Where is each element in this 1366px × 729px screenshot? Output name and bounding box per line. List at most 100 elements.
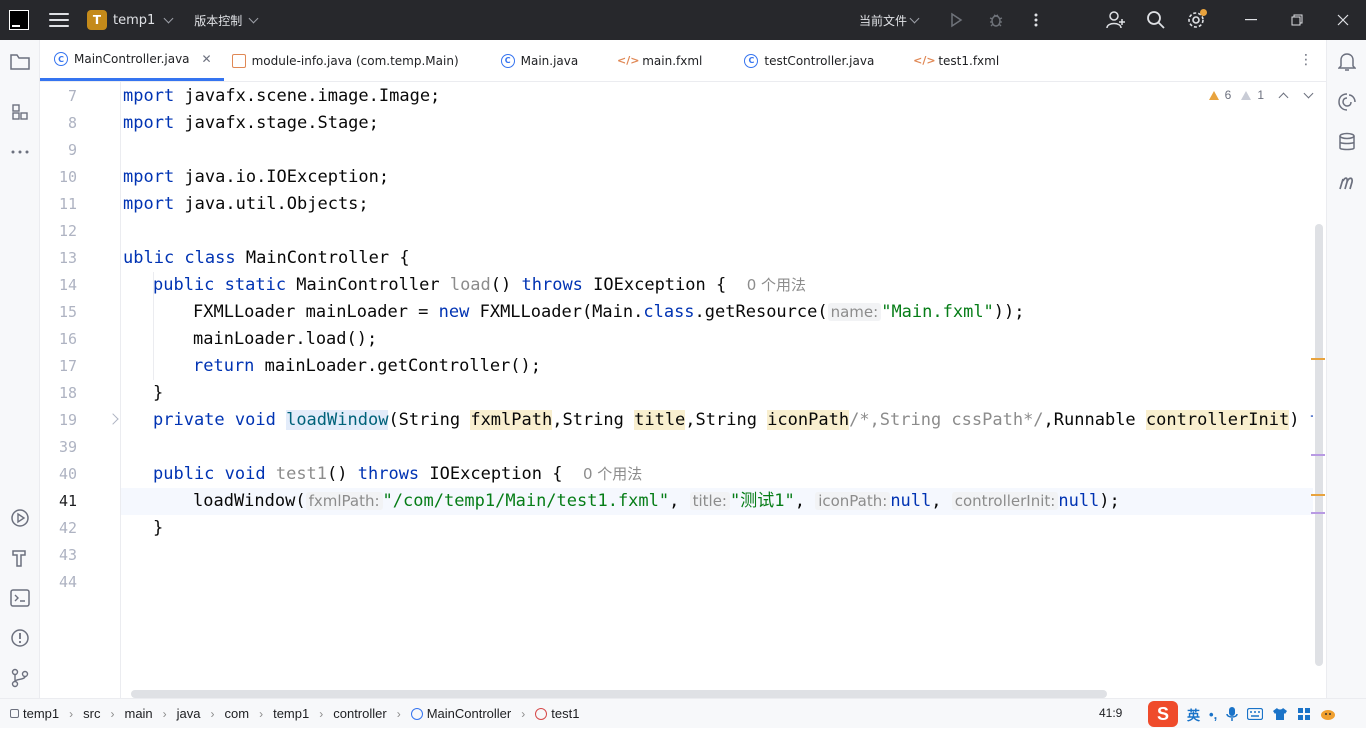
class-icon <box>410 707 423 720</box>
vcs-label: 版本控制 <box>194 13 243 28</box>
breadcrumb-item[interactable]: src <box>83 706 100 721</box>
chevron-down-icon <box>163 13 174 23</box>
weak-warning-count: 1 <box>1257 88 1264 102</box>
notifications-bell-icon[interactable] <box>1335 50 1359 74</box>
restore-button[interactable] <box>1274 0 1320 40</box>
breadcrumb-item[interactable]: main <box>124 706 152 721</box>
project-badge: T <box>87 10 107 30</box>
line-number: 16 <box>58 330 77 348</box>
close-window-button[interactable] <box>1320 0 1366 40</box>
toolbox-grid-icon[interactable] <box>1297 707 1311 721</box>
code-editor[interactable]: 7 8 9 10 11 12 13 14 15 16 17 18 19 39 4… <box>40 82 1326 698</box>
punctuation-icon[interactable]: •, <box>1209 707 1217 722</box>
line-number: 19 <box>58 411 77 429</box>
mascot-icon[interactable] <box>1320 707 1336 721</box>
breadcrumb-item[interactable]: java <box>177 706 201 721</box>
line-number: 7 <box>67 87 77 105</box>
chevron-down-icon <box>248 13 259 23</box>
chevron-down-icon <box>909 13 920 23</box>
tab-actions-more-icon[interactable]: ⋮ <box>1299 52 1313 68</box>
breadcrumb-item[interactable]: MainController <box>427 706 512 721</box>
maven-icon[interactable] <box>1335 170 1359 194</box>
caret-position[interactable]: 41:9 <box>1099 706 1122 720</box>
microphone-icon[interactable] <box>1226 706 1238 722</box>
breadcrumb-item[interactable]: temp1 <box>23 706 59 721</box>
chevron-right-icon: › <box>162 706 167 721</box>
services-icon[interactable] <box>8 506 32 530</box>
problems-icon[interactable] <box>8 626 32 650</box>
inspection-widget[interactable]: 6 1 <box>1208 88 1314 102</box>
ai-assistant-icon[interactable] <box>1335 90 1359 114</box>
tab-test1-fxml[interactable]: </> test1.fxml <box>904 40 1011 81</box>
tab-maincontroller[interactable]: C MainController.java ✕ <box>40 40 224 81</box>
code-line-current: loadWindow(fxmlPath: "/com/temp1/Main/tes… <box>121 488 1313 515</box>
vertical-scrollbar[interactable] <box>1315 224 1323 666</box>
line-number-current: 41 <box>58 492 77 510</box>
main-menu-icon[interactable] <box>49 10 69 30</box>
warning-marker[interactable] <box>1311 494 1325 496</box>
code-text-area[interactable]: mport javafx.scene.image.Image; mport ja… <box>121 82 1313 698</box>
run-config-label: 当前文件 <box>858 13 907 28</box>
tab-testcontroller[interactable]: C testController.java <box>732 40 904 81</box>
build-hammer-icon[interactable] <box>8 546 32 570</box>
code-line: mport java.util.Objects; <box>123 194 369 214</box>
code-line: private void loadWindow(String fxmlPath,… <box>153 410 1313 430</box>
breadcrumb-item[interactable]: temp1 <box>273 706 309 721</box>
structure-icon[interactable] <box>8 100 32 124</box>
warning-icon <box>1208 90 1219 100</box>
vcs-menu[interactable]: 版本控制 <box>194 12 259 29</box>
ime-language-toggle[interactable]: 英 <box>1187 705 1200 724</box>
usages-hint[interactable]: 0 个用法 <box>583 465 642 483</box>
debug-icon[interactable] <box>976 0 1016 40</box>
chevron-right-icon: › <box>521 706 526 721</box>
class-icon: C <box>500 53 515 68</box>
database-icon[interactable] <box>1335 130 1359 154</box>
project-folder-icon[interactable] <box>8 50 32 74</box>
terminal-icon[interactable] <box>8 586 32 610</box>
project-name: temp1 <box>113 12 156 28</box>
breadcrumb-item[interactable]: controller <box>333 706 386 721</box>
warning-marker[interactable] <box>1311 358 1325 360</box>
code-line: mainLoader.load(); <box>193 329 378 349</box>
fold-expand-icon[interactable] <box>107 413 119 425</box>
search-icon[interactable] <box>1136 0 1176 40</box>
line-number-gutter[interactable]: 7 8 9 10 11 12 13 14 15 16 17 18 19 39 4… <box>40 82 121 698</box>
parameter-hint: fxmlPath: <box>305 492 383 510</box>
horizontal-scrollbar[interactable] <box>131 690 1107 698</box>
line-number: 44 <box>58 573 77 591</box>
breadcrumb-item[interactable]: test1 <box>551 706 579 721</box>
tab-module-info[interactable]: module-info.java (com.temp.Main) <box>224 40 489 81</box>
chevron-right-icon: › <box>319 706 324 721</box>
xml-icon: </> <box>617 54 640 67</box>
line-number: 39 <box>58 438 77 456</box>
tab-label: test1.fxml <box>938 53 1000 68</box>
usages-hint[interactable]: 0 个用法 <box>747 276 806 294</box>
intellij-logo-icon[interactable] <box>9 10 29 30</box>
settings-gear-icon[interactable] <box>1176 0 1216 40</box>
sogou-logo-icon[interactable]: S <box>1148 701 1178 727</box>
code-line: public static MainController load() thro… <box>153 275 806 295</box>
git-branch-icon[interactable] <box>8 666 32 690</box>
chevron-right-icon: › <box>259 706 264 721</box>
run-icon[interactable] <box>936 0 976 40</box>
minimize-button[interactable] <box>1228 0 1274 40</box>
tab-main-java[interactable]: C Main.java <box>489 40 609 81</box>
skin-shirt-icon[interactable] <box>1272 707 1288 721</box>
tab-label: testController.java <box>764 53 875 68</box>
breadcrumb-item[interactable]: com <box>225 706 250 721</box>
previous-highlight-icon[interactable] <box>1278 92 1289 102</box>
tab-main-fxml[interactable]: </> main.fxml <box>608 40 732 81</box>
class-icon: C <box>54 52 68 66</box>
usage-marker[interactable] <box>1311 454 1325 456</box>
status-bar: temp1 › src › main › java › com › temp1 … <box>0 698 1366 728</box>
line-number: 12 <box>58 222 77 240</box>
keyboard-icon[interactable] <box>1247 708 1264 720</box>
more-actions-icon[interactable] <box>1016 0 1056 40</box>
more-tool-windows-icon[interactable] <box>8 140 32 164</box>
next-highlight-icon[interactable] <box>1303 88 1314 98</box>
add-user-icon[interactable] <box>1096 0 1136 40</box>
close-tab-icon[interactable]: ✕ <box>202 52 212 66</box>
run-configuration-selector[interactable]: 当前文件 <box>858 12 920 29</box>
usage-marker[interactable] <box>1311 512 1325 514</box>
project-switcher[interactable]: T temp1 <box>87 10 174 30</box>
